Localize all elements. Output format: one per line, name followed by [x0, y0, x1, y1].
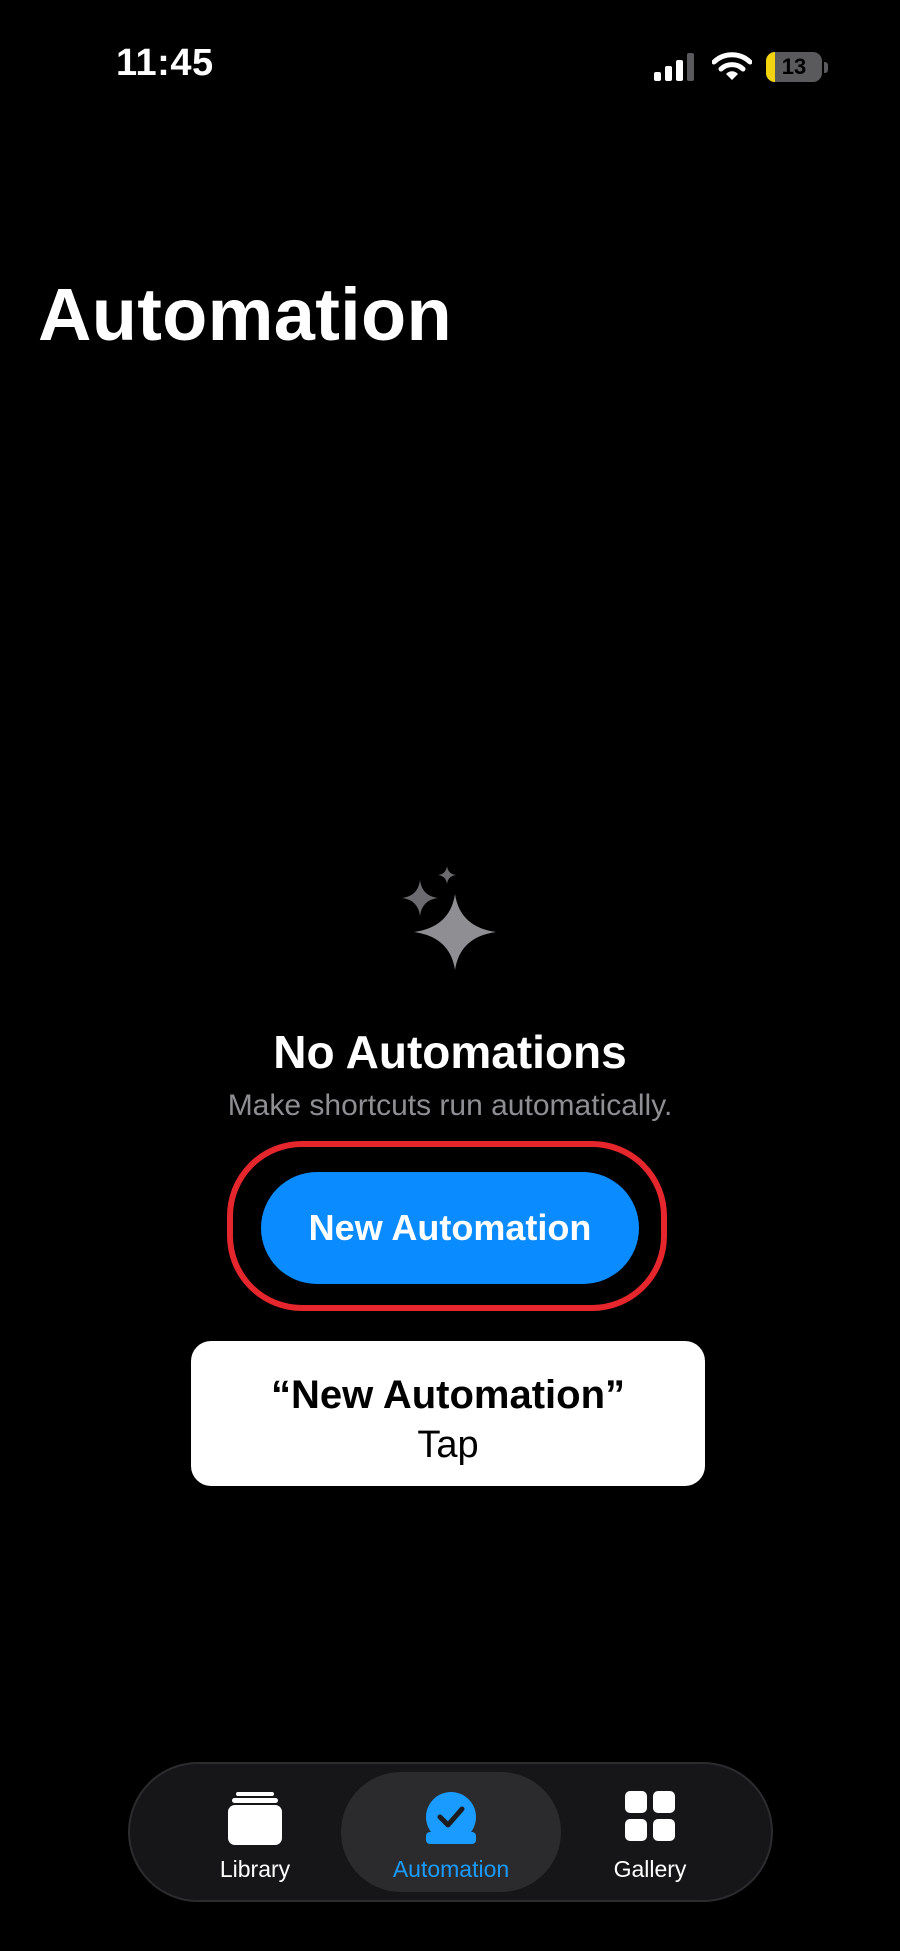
- sparkles-icon: [402, 866, 496, 970]
- battery-indicator: 13: [766, 52, 828, 82]
- empty-state-subtitle: Make shortcuts run automatically.: [227, 1089, 673, 1122]
- tab-automation-label: Automation: [392, 1856, 510, 1882]
- automation-clock-icon: [426, 1792, 476, 1844]
- status-icons: 13: [654, 50, 828, 84]
- empty-state-title: No Automations: [273, 1026, 627, 1078]
- tooltip-title: “New Automation”: [270, 1373, 626, 1417]
- library-stack-icon: [228, 1792, 282, 1845]
- new-automation-button[interactable]: New Automation: [261, 1172, 639, 1284]
- tooltip-action: Tap: [417, 1424, 479, 1466]
- wifi-icon: [712, 52, 752, 80]
- tab-bar: Library Automation Gallery: [128, 1762, 773, 1902]
- battery-cap: [824, 61, 828, 73]
- tab-gallery-label: Gallery: [613, 1856, 687, 1882]
- action-tooltip: “New Automation” Tap: [191, 1341, 705, 1486]
- tab-library[interactable]: Library: [190, 1772, 320, 1892]
- page-title: Automation: [38, 273, 453, 356]
- battery-fill: [766, 52, 775, 82]
- gallery-grid-icon: [625, 1791, 675, 1841]
- tab-library-label: Library: [219, 1856, 291, 1882]
- cellular-signal-icon: [654, 53, 694, 81]
- battery-level-text: 13: [781, 54, 807, 79]
- tab-automation[interactable]: Automation: [341, 1772, 561, 1892]
- tab-gallery[interactable]: Gallery: [585, 1772, 715, 1892]
- status-time: 11:45: [116, 42, 214, 84]
